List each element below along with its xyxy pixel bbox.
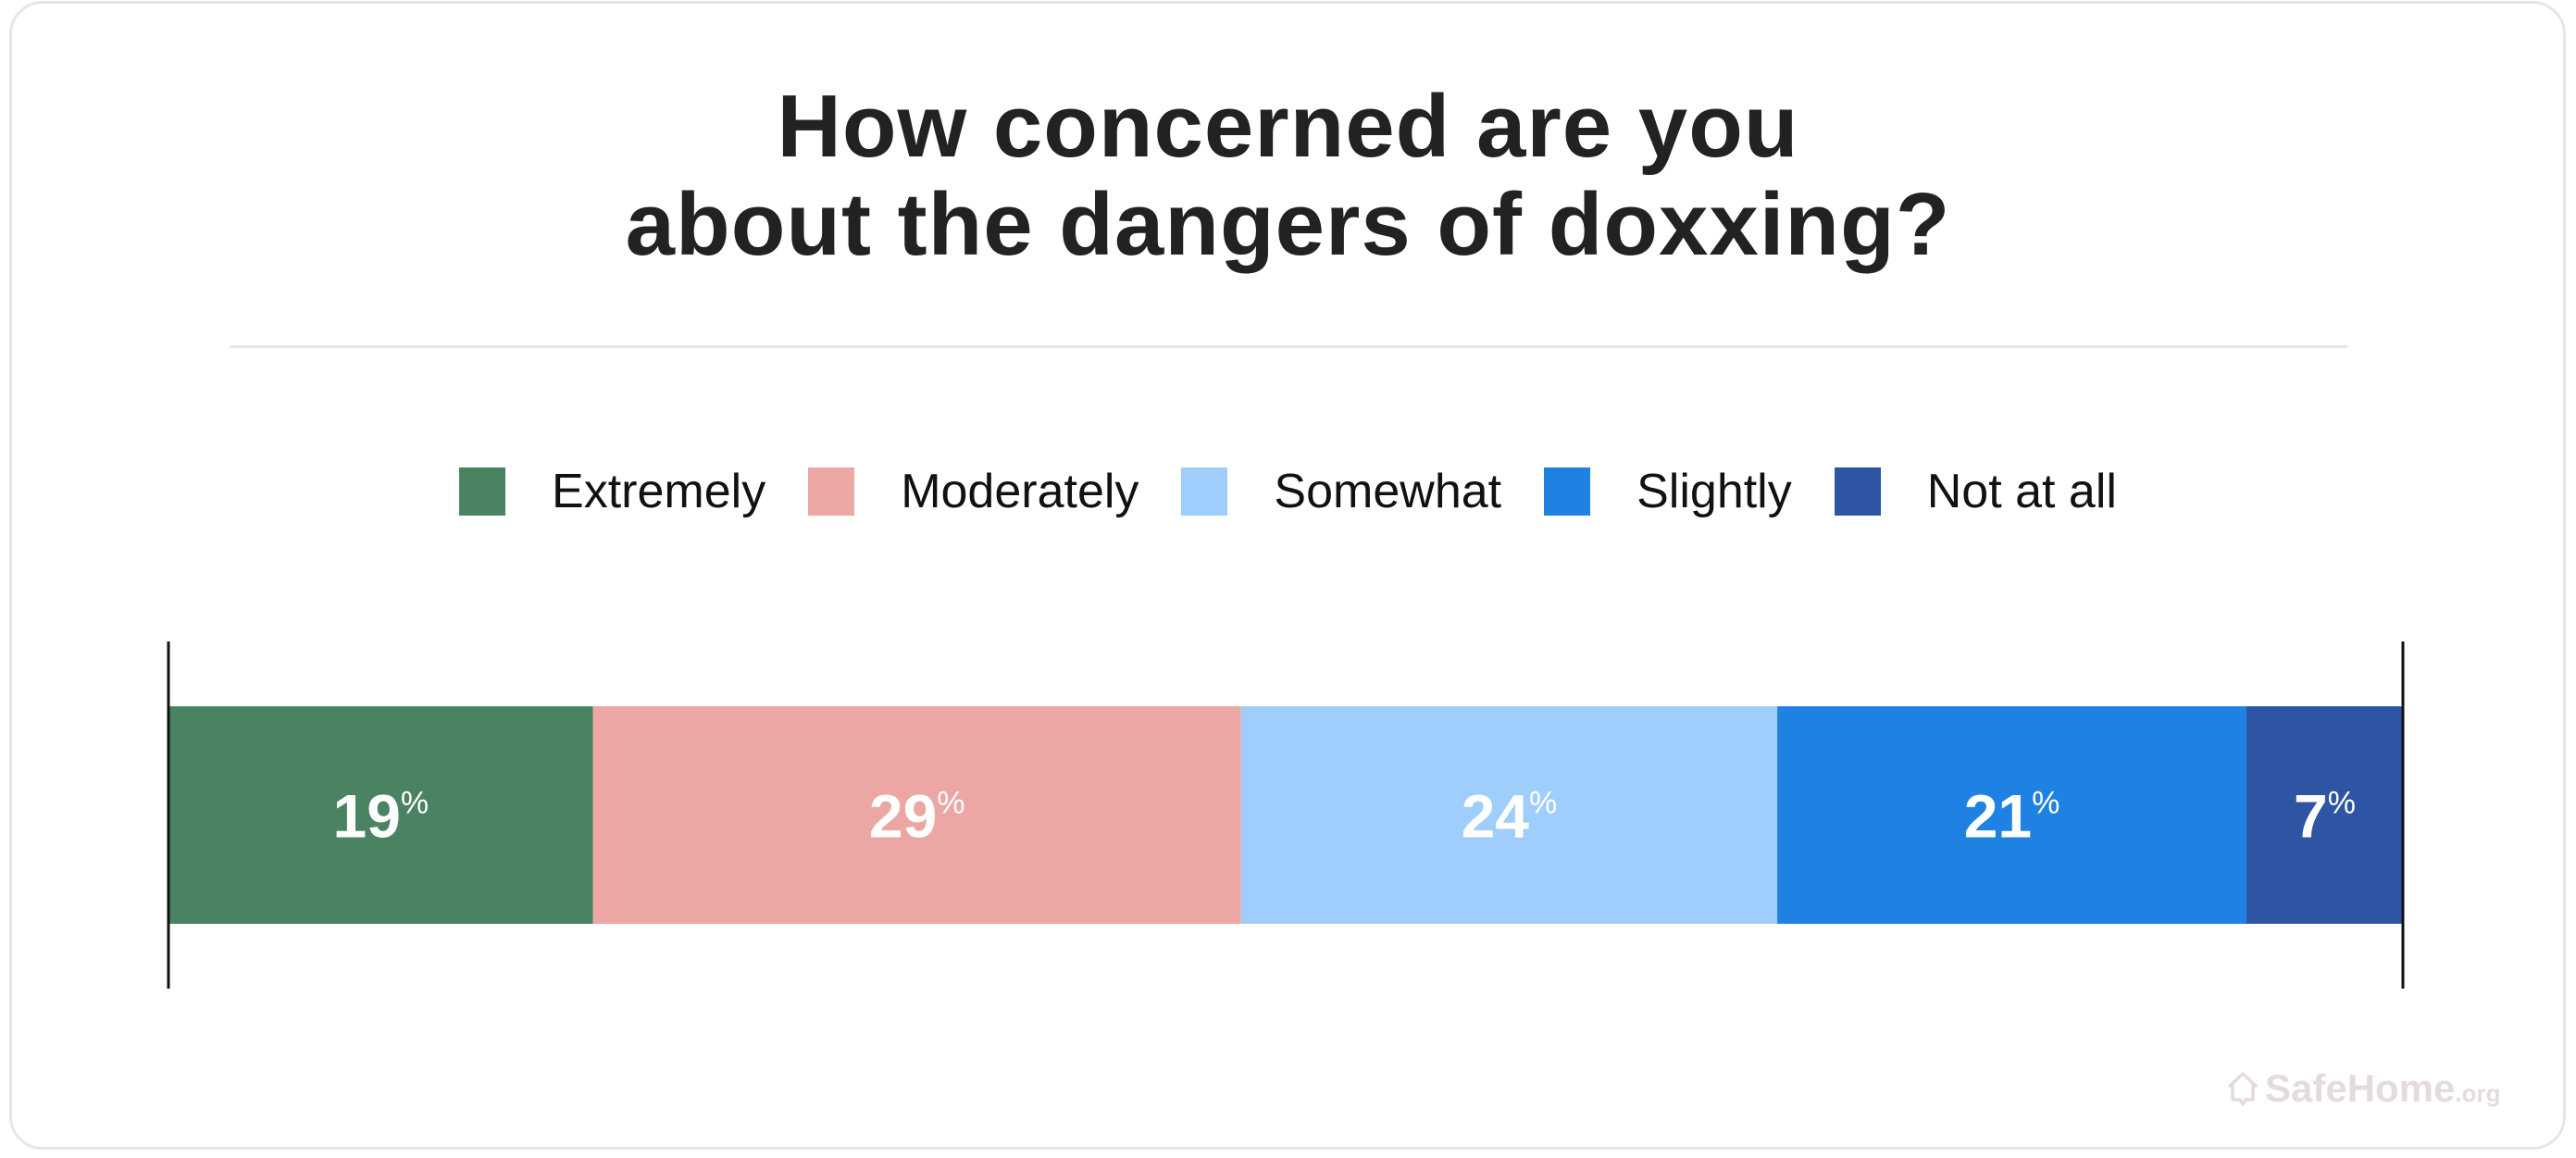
bar-segments (168, 706, 2403, 924)
stacked-bar-chart: 19% 29% 24% 21% 7% (167, 641, 2405, 989)
watermark-brand: SafeHome (2265, 1066, 2456, 1110)
safehome-watermark: SafeHome .org (2226, 1066, 2501, 1111)
house-icon (2227, 1072, 2259, 1106)
watermark-suffix: .org (2455, 1079, 2501, 1107)
